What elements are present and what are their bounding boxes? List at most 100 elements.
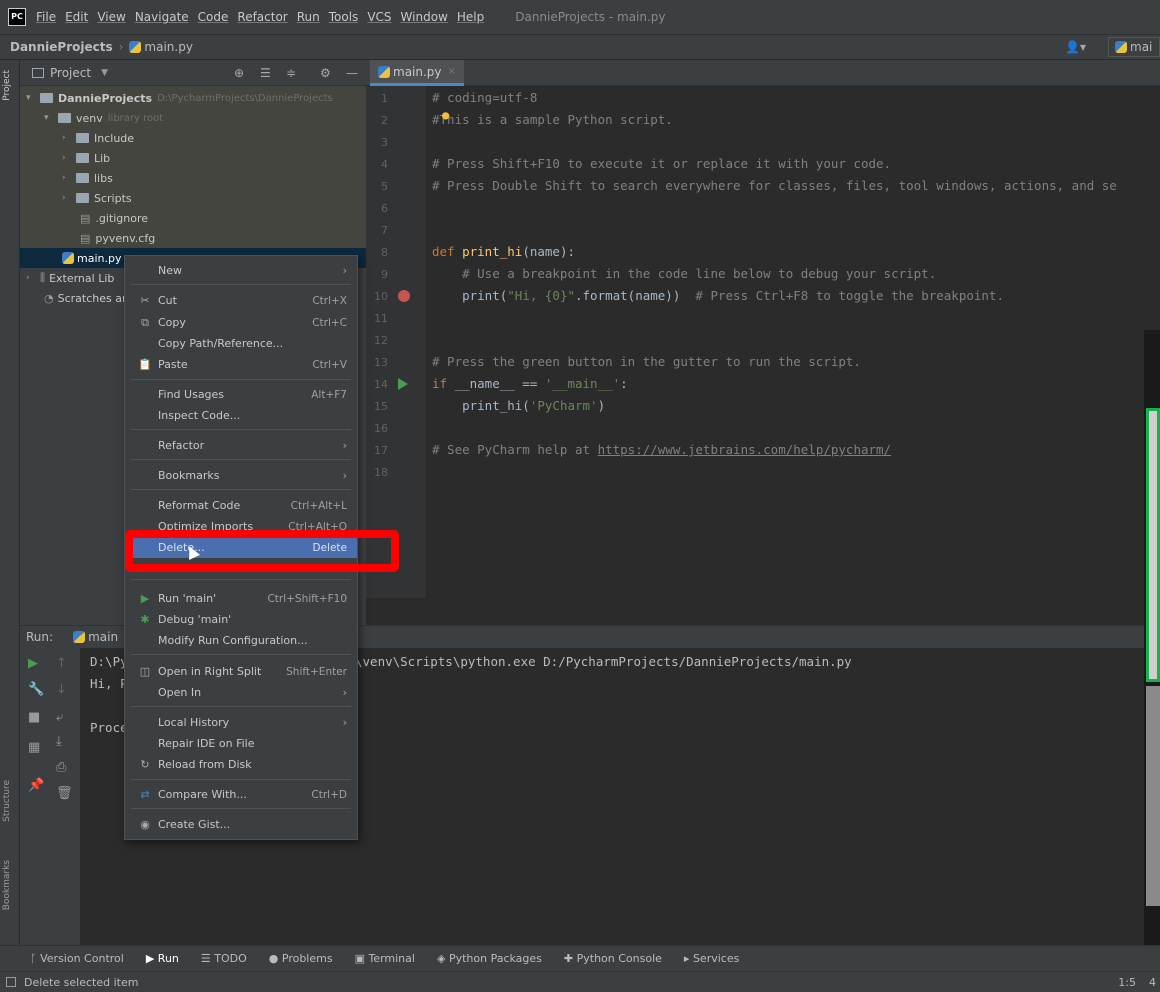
menu-find-usages[interactable]: Find Usages Alt+F7 bbox=[125, 384, 357, 405]
close-icon[interactable]: × bbox=[448, 66, 456, 77]
menu-navigate[interactable]: Navigate bbox=[135, 10, 189, 24]
stop-icon[interactable]: ■ bbox=[28, 710, 40, 725]
menu-vcs[interactable]: VCS bbox=[367, 10, 391, 24]
menu-reformat-code[interactable]: Reformat Code Ctrl+Alt+L bbox=[125, 495, 357, 516]
editor-gutter[interactable]: 1 2 3 4 5 6 7 8 9 10 11 12 13 14 15 16 1… bbox=[366, 86, 426, 598]
menu-help[interactable]: Help bbox=[457, 10, 484, 24]
trash-icon[interactable]: 🗑 bbox=[56, 786, 73, 801]
tree-lib[interactable]: › Lib bbox=[20, 148, 366, 168]
hide-icon[interactable]: — bbox=[346, 66, 358, 80]
left-tool-strip: Project Structure Bookmarks bbox=[0, 60, 20, 945]
scroll-up-icon[interactable]: ↑ bbox=[56, 656, 67, 671]
expand-all-icon[interactable]: ☰ bbox=[260, 66, 271, 80]
scroll-down-icon[interactable]: ↓ bbox=[56, 682, 67, 697]
structure-tool-tab[interactable]: Structure bbox=[2, 780, 12, 822]
menu-window[interactable]: Window bbox=[401, 10, 448, 24]
wrench-icon[interactable]: 🔧 bbox=[28, 682, 44, 697]
menu-repair-ide[interactable]: Repair IDE on File bbox=[125, 733, 357, 754]
code-line-9: # Use a breakpoint in the code line belo… bbox=[432, 266, 937, 281]
tab-run[interactable]: ▶ Run bbox=[146, 952, 179, 965]
menu-debug-main[interactable]: ✱ Debug 'main' bbox=[125, 609, 357, 630]
code-line-4: # Press Shift+F10 to execute it or repla… bbox=[432, 156, 892, 171]
python-console-icon: ✚ bbox=[563, 952, 577, 965]
menu-paste[interactable]: 📋 Paste Ctrl+V bbox=[125, 354, 357, 375]
gear-icon[interactable]: ⚙ bbox=[320, 66, 331, 80]
menu-run[interactable]: Run bbox=[297, 10, 320, 24]
status-toggle-icon[interactable] bbox=[6, 977, 16, 987]
locate-icon[interactable]: ⊕ bbox=[234, 66, 244, 80]
menu-copy[interactable]: ⧉ Copy Ctrl+C bbox=[125, 312, 357, 333]
project-panel-header: Project ▼ ⊕ ☰ ≑ ⚙ — bbox=[20, 60, 366, 86]
menu-open-in[interactable]: Open In › bbox=[125, 682, 357, 703]
project-panel-title[interactable]: Project bbox=[50, 66, 91, 80]
run-gutter-icon[interactable] bbox=[398, 378, 408, 390]
editor-tab-main-py[interactable]: main.py × bbox=[370, 60, 464, 86]
code-editor[interactable]: # coding=utf-8 #This is a sample Python … bbox=[426, 86, 1160, 598]
tab-todo[interactable]: ☰ TODO bbox=[201, 952, 247, 965]
tree-scripts[interactable]: › Scripts bbox=[20, 188, 366, 208]
menu-modify-run-config[interactable]: Modify Run Configuration... bbox=[125, 630, 357, 651]
menu-compare-with[interactable]: ⇄ Compare With... Ctrl+D bbox=[125, 784, 357, 805]
code-line-10: print("Hi, {0}".format(name)) # Press Ct… bbox=[432, 288, 1004, 303]
menu-bookmarks[interactable]: Bookmarks › bbox=[125, 465, 357, 486]
menu-cut[interactable]: ✂ Cut Ctrl+X bbox=[125, 290, 357, 311]
tab-python-packages[interactable]: ◈ Python Packages bbox=[437, 952, 542, 965]
breadcrumb-file[interactable]: main.py bbox=[129, 40, 193, 54]
breakpoint-icon[interactable] bbox=[398, 290, 410, 302]
run-tab-main[interactable]: main bbox=[73, 630, 118, 644]
run-toolbar: ▶ 🔧 ■ ▦ 📌 ↑ ↓ ⤶ ⤓ ⎙ 🗑 bbox=[20, 648, 80, 946]
chevron-down-icon[interactable]: ▼ bbox=[101, 68, 108, 78]
menu-run-main[interactable]: ▶ Run 'main' Ctrl+Shift+F10 bbox=[125, 588, 357, 609]
project-tool-tab[interactable]: Project bbox=[2, 70, 12, 101]
menu-inspect-code[interactable]: Inspect Code... bbox=[125, 405, 357, 426]
tree-pyvenv[interactable]: ▤ pyvenv.cfg bbox=[20, 228, 366, 248]
pin-icon[interactable]: 📌 bbox=[28, 778, 44, 793]
menu-local-history[interactable]: Local History › bbox=[125, 712, 357, 733]
tree-root[interactable]: ▾ DannieProjects D:\PycharmProjects\Dannie… bbox=[20, 88, 366, 108]
menu-copy-path[interactable]: Copy Path/Reference... bbox=[125, 333, 357, 354]
menu-edit[interactable]: Edit bbox=[65, 10, 88, 24]
python-file-icon bbox=[129, 41, 142, 53]
run-config-selector[interactable]: mai bbox=[1108, 37, 1160, 57]
tab-version-control[interactable]: ᚴ Version Control bbox=[30, 952, 124, 965]
menu-new[interactable]: New › bbox=[125, 260, 357, 281]
code-line-17: # See PyCharm help at https://www.jetbra… bbox=[432, 442, 892, 457]
output-line-1: D:\Py \venv\Scripts\python.exe D:/Pycharm… bbox=[90, 654, 852, 669]
tab-terminal[interactable]: ▣ Terminal bbox=[355, 952, 415, 965]
caret-position[interactable]: 1:5 bbox=[1118, 976, 1136, 989]
lightbulb-icon[interactable]: ● bbox=[442, 108, 449, 122]
tree-venv[interactable]: ▾ venv library root bbox=[20, 108, 366, 128]
chevron-right-icon: › bbox=[342, 686, 347, 699]
run-icon: ▶ bbox=[145, 952, 158, 965]
breadcrumb-project[interactable]: DannieProjects bbox=[10, 40, 113, 54]
scroll-to-end-icon[interactable]: ⤓ bbox=[56, 734, 62, 749]
rerun-icon[interactable]: ▶ bbox=[28, 656, 38, 671]
tree-libs[interactable]: › libs bbox=[20, 168, 366, 188]
menu-open-right-split[interactable]: ◫ Open in Right Split Shift+Enter bbox=[125, 661, 357, 682]
bottom-tool-tabs: ᚴ Version Control ▶ Run ☰ TODO ● Problem… bbox=[0, 945, 1160, 971]
menu-view[interactable]: View bbox=[97, 10, 125, 24]
tab-python-console[interactable]: ✚ Python Console bbox=[564, 952, 662, 965]
output-line-3: Proce bbox=[90, 720, 128, 735]
menu-refactor[interactable]: Refactor › bbox=[125, 435, 357, 456]
menu-create-gist[interactable]: ◉ Create Gist... bbox=[125, 814, 357, 835]
print-icon[interactable]: ⎙ bbox=[56, 760, 66, 775]
menu-refactor[interactable]: Refactor bbox=[237, 10, 287, 24]
menu-file[interactable]: File bbox=[36, 10, 56, 24]
soft-wrap-icon[interactable]: ⤶ bbox=[56, 710, 63, 725]
tab-problems[interactable]: ● Problems bbox=[269, 952, 333, 965]
python-file-icon bbox=[378, 65, 390, 78]
layout-icon[interactable]: ▦ bbox=[28, 740, 40, 755]
tree-include[interactable]: › Include bbox=[20, 128, 366, 148]
user-icon[interactable]: 👤▾ bbox=[1065, 40, 1086, 54]
menu-tools[interactable]: Tools bbox=[329, 10, 359, 24]
tab-services[interactable]: ▸ Services bbox=[684, 952, 739, 965]
collapse-all-icon[interactable]: ≑ bbox=[286, 66, 296, 80]
bookmarks-tool-tab[interactable]: Bookmarks bbox=[2, 860, 12, 910]
menu-reload-from-disk[interactable]: ↻ Reload from Disk bbox=[125, 754, 357, 775]
pycharm-help-link[interactable]: https://www.jetbrains.com/help/pycharm/ bbox=[598, 442, 892, 457]
paste-icon: 📋 bbox=[138, 358, 152, 371]
menu-code[interactable]: Code bbox=[198, 10, 229, 24]
scratches-icon: ◔ bbox=[44, 291, 54, 305]
tree-gitignore[interactable]: ▤ .gitignore bbox=[20, 208, 366, 228]
